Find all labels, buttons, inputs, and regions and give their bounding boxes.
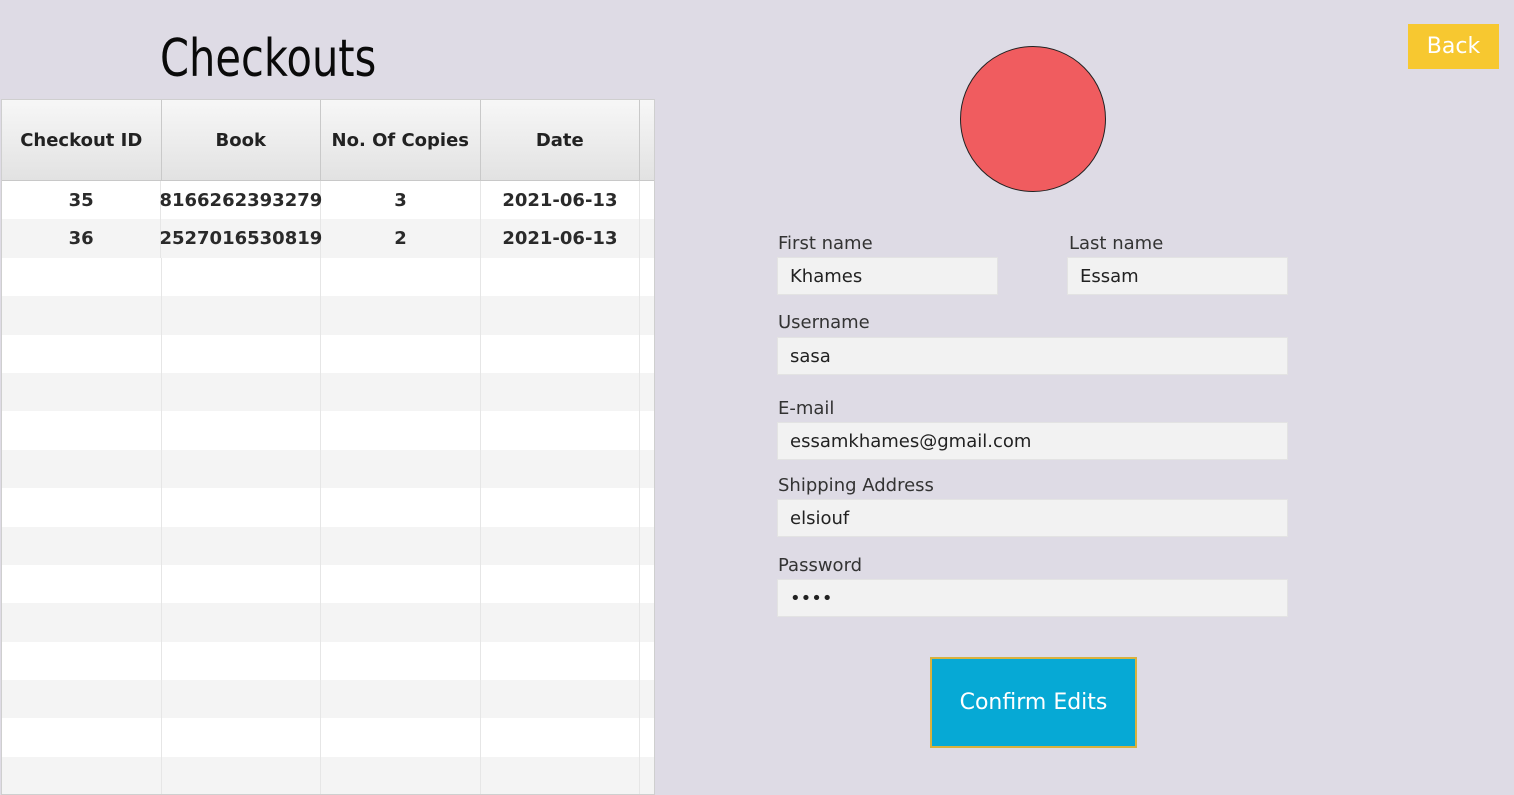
- checkouts-table: Checkout ID Book No. Of Copies Date 35 8…: [1, 99, 655, 795]
- empty-row: [2, 488, 654, 527]
- empty-row: [2, 603, 654, 642]
- avatar[interactable]: [960, 46, 1106, 192]
- email-label: E-mail: [778, 398, 835, 419]
- empty-row: [2, 718, 654, 757]
- cell-checkout-id: 35: [2, 181, 162, 220]
- last-name-label: Last name: [1069, 233, 1164, 254]
- empty-row: [2, 334, 654, 373]
- empty-row: [2, 411, 654, 450]
- empty-row: [2, 641, 654, 681]
- empty-row: [2, 372, 654, 412]
- empty-row: [2, 756, 654, 794]
- password-label: Password: [778, 555, 863, 576]
- password-field[interactable]: [777, 579, 1288, 617]
- column-header-checkout-id[interactable]: Checkout ID: [2, 100, 162, 180]
- cell-date: 2021-06-13: [481, 219, 641, 258]
- cell-checkout-id: 36: [2, 219, 162, 258]
- cell-copies: 2: [321, 219, 481, 258]
- cell-copies: 3: [321, 181, 481, 220]
- column-header-filler: [640, 100, 654, 180]
- last-name-field[interactable]: [1067, 257, 1288, 295]
- table-header: Checkout ID Book No. Of Copies Date: [2, 100, 654, 181]
- empty-row: [2, 680, 654, 719]
- shipping-address-field[interactable]: [777, 499, 1288, 537]
- empty-row: [2, 564, 654, 604]
- empty-row: [2, 296, 654, 335]
- back-button[interactable]: Back: [1408, 24, 1499, 69]
- empty-row: [2, 257, 654, 297]
- table-row[interactable]: 35 8166262393279 3 2021-06-13: [2, 181, 654, 220]
- username-label: Username: [778, 312, 870, 333]
- column-header-book[interactable]: Book: [162, 100, 322, 180]
- first-name-label: First name: [778, 233, 873, 254]
- email-field[interactable]: [777, 422, 1288, 460]
- cell-date: 2021-06-13: [481, 181, 641, 220]
- empty-row: [2, 526, 654, 565]
- cell-book: 2527016530819: [159, 219, 322, 258]
- confirm-edits-button[interactable]: Confirm Edits: [930, 657, 1137, 748]
- column-header-date[interactable]: Date: [481, 100, 641, 180]
- column-header-copies[interactable]: No. Of Copies: [321, 100, 481, 180]
- cell-book: 8166262393279: [159, 181, 322, 220]
- shipping-address-label: Shipping Address: [778, 475, 934, 496]
- username-field[interactable]: [777, 337, 1288, 375]
- table-row[interactable]: 36 2527016530819 2 2021-06-13: [2, 219, 654, 258]
- empty-row: [2, 449, 654, 489]
- first-name-field[interactable]: [777, 257, 998, 295]
